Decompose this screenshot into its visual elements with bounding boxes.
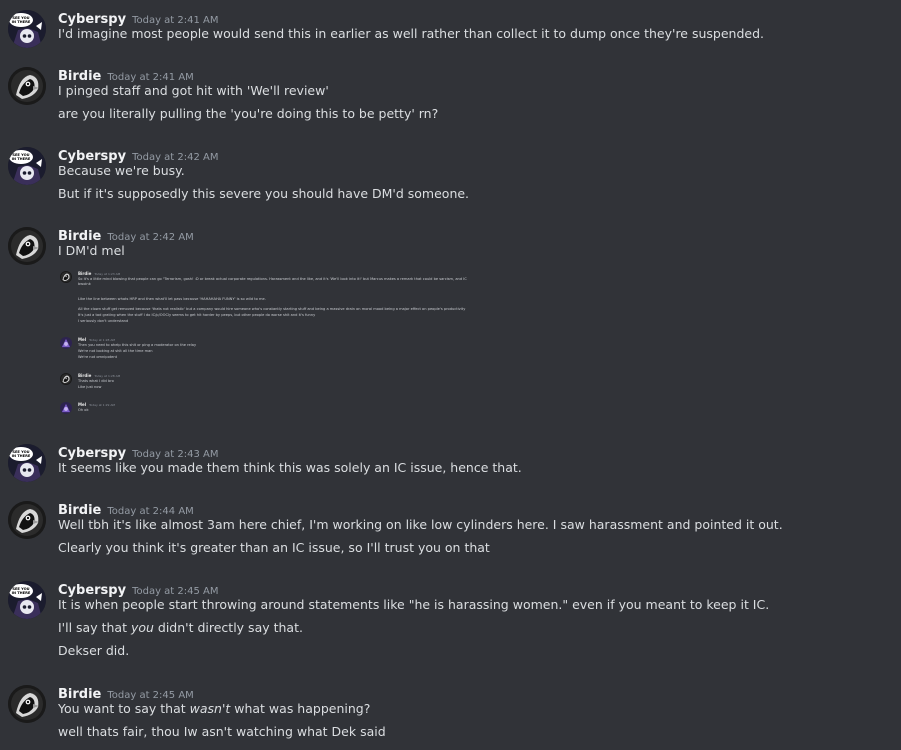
cyberspy-avatar[interactable] bbox=[8, 147, 46, 185]
timestamp: Today at 2:43 AM bbox=[132, 449, 219, 460]
birdie-avatar[interactable] bbox=[8, 67, 46, 105]
message-text: well thats fair, thou Iw asn't watching … bbox=[58, 724, 386, 739]
mel-avatar bbox=[60, 402, 72, 414]
message-text: are you literally pulling the 'you're do… bbox=[58, 106, 439, 121]
birdie-avatar[interactable] bbox=[8, 685, 46, 723]
attachment-timestamp: Today at 1:29 AM bbox=[89, 403, 116, 407]
attachment-text: We're not omnipotent bbox=[78, 355, 118, 359]
cyberspy-avatar[interactable] bbox=[8, 10, 46, 48]
username[interactable]: Birdie bbox=[58, 229, 101, 244]
message-header: Cyberspy Today at 2:45 AM bbox=[58, 579, 219, 598]
attachment-text: Like just now bbox=[78, 385, 102, 389]
username[interactable]: Cyberspy bbox=[58, 149, 126, 164]
message-text: It is when people start throwing around … bbox=[58, 597, 770, 612]
username[interactable]: Birdie bbox=[58, 687, 101, 702]
attachment-text: I seriously don't understand bbox=[78, 319, 129, 323]
message-text: I'd imagine most people would send this … bbox=[58, 26, 764, 41]
username[interactable]: Birdie bbox=[58, 69, 101, 84]
timestamp: Today at 2:41 AM bbox=[132, 15, 219, 26]
message-header: Birdie Today at 2:41 AM bbox=[58, 65, 194, 84]
cyberspy-avatar[interactable] bbox=[8, 444, 46, 482]
attachment-text: Thats what I did bro bbox=[78, 379, 114, 383]
message-header: Cyberspy Today at 2:41 AM bbox=[58, 8, 219, 27]
attachment-timestamp: Today at 1:28 AM bbox=[94, 374, 121, 378]
attachment-text: Oh ok bbox=[78, 408, 89, 412]
username[interactable]: Cyberspy bbox=[58, 583, 126, 598]
message-header: Birdie Today at 2:42 AM bbox=[58, 225, 194, 244]
username[interactable]: Birdie bbox=[58, 503, 101, 518]
attachment-username: Birdie Today at 1:23 AM bbox=[78, 271, 121, 276]
timestamp: Today at 2:41 AM bbox=[107, 72, 194, 83]
attachment-text: All the clown stuff get removed because … bbox=[78, 307, 466, 311]
attachment-text: So it's a little mind blowing that peopl… bbox=[78, 277, 467, 281]
message-header: Cyberspy Today at 2:43 AM bbox=[58, 442, 219, 461]
message-text: You want to say that wasn't what was hap… bbox=[58, 701, 371, 716]
message-text: It seems like you made them think this w… bbox=[58, 460, 522, 475]
attachment-username: Mel Today at 1:28 AM bbox=[78, 337, 116, 342]
birdie-avatar bbox=[60, 373, 72, 385]
timestamp: Today at 2:45 AM bbox=[132, 586, 219, 597]
mel-avatar bbox=[60, 337, 72, 349]
message-text: Dekser did. bbox=[58, 643, 130, 658]
message-header: Cyberspy Today at 2:42 AM bbox=[58, 145, 219, 164]
timestamp: Today at 2:42 AM bbox=[107, 232, 194, 243]
attachment-username: Mel Today at 1:29 AM bbox=[78, 402, 116, 407]
username[interactable]: Cyberspy bbox=[58, 446, 126, 461]
birdie-avatar bbox=[60, 271, 72, 283]
timestamp: Today at 2:42 AM bbox=[132, 152, 219, 163]
message-text: I'll say that you didn't directly say th… bbox=[58, 620, 303, 635]
attachment-text: Like the line between whats HRP and then… bbox=[78, 297, 266, 301]
message-header: Birdie Today at 2:45 AM bbox=[58, 683, 194, 702]
message-text: I pinged staff and got hit with 'We'll r… bbox=[58, 83, 329, 98]
image-attachment[interactable]: Birdie Today at 1:23 AM So it's a little … bbox=[58, 267, 548, 419]
message-text: But if it's supposedly this severe you s… bbox=[58, 186, 470, 201]
attachment-text: bwoink bbox=[78, 282, 91, 286]
attachment-timestamp: Today at 1:28 AM bbox=[89, 338, 116, 342]
message-text: Clearly you think it's greater than an I… bbox=[58, 540, 490, 555]
message-text: Well tbh it's like almost 3am here chief… bbox=[58, 517, 783, 532]
birdie-avatar[interactable] bbox=[8, 501, 46, 539]
timestamp: Today at 2:44 AM bbox=[107, 506, 194, 517]
timestamp: Today at 2:45 AM bbox=[107, 690, 194, 701]
attachment-text: It's just a tad grating when the stuff I… bbox=[78, 313, 316, 317]
message-header: Birdie Today at 2:44 AM bbox=[58, 499, 194, 518]
attachment-username: Birdie Today at 1:28 AM bbox=[78, 373, 121, 378]
attachment-text: Then you need to ahelp this shit or ping… bbox=[78, 343, 197, 347]
username[interactable]: Cyberspy bbox=[58, 12, 126, 27]
cyberspy-avatar[interactable] bbox=[8, 581, 46, 619]
message-text: I DM'd mel bbox=[58, 243, 125, 258]
birdie-avatar[interactable] bbox=[8, 227, 46, 265]
attachment-timestamp: Today at 1:23 AM bbox=[94, 272, 121, 276]
message-text: Because we're busy. bbox=[58, 163, 185, 178]
attachment-text: We're not looking at shit all the time m… bbox=[78, 349, 153, 353]
